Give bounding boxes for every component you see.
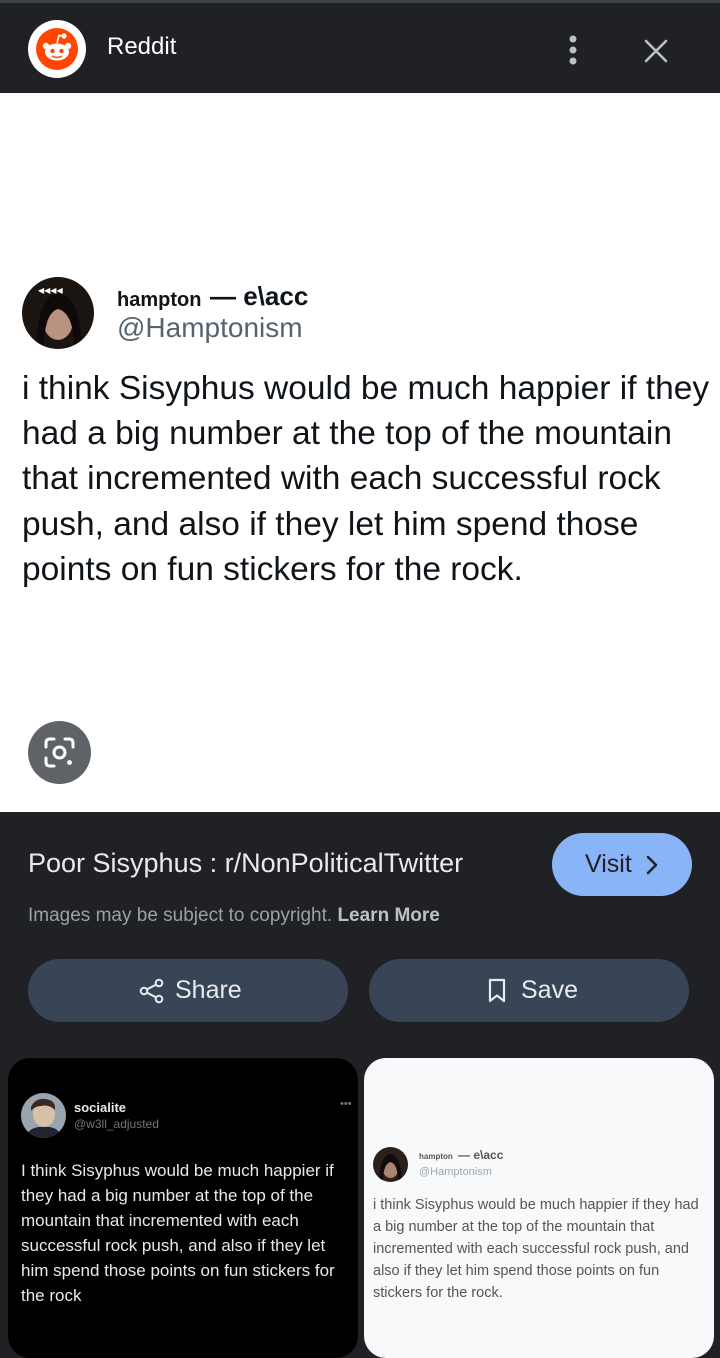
google-lens-icon (44, 737, 75, 768)
copyright-notice: Images may be subject to copyright. Lear… (28, 905, 440, 927)
result-title[interactable]: Poor Sisyphus : r/NonPoliticalTwitter (28, 848, 463, 879)
related-tweet-text: i think Sisyphus would be much happier i… (373, 1197, 699, 1301)
related-author-name: hampton (419, 1152, 453, 1161)
bookmark-icon (488, 978, 506, 1003)
related-author-handle: @Hamptonism (419, 1166, 492, 1178)
share-icon (139, 978, 164, 1004)
save-button[interactable]: Save (369, 959, 689, 1022)
more-menu-button[interactable] (556, 31, 590, 69)
tweet-author-suffix: — e\acc (210, 281, 309, 311)
close-button[interactable] (636, 31, 676, 71)
related-avatar (21, 1093, 66, 1138)
related-author-suffix: — e\acc (458, 1148, 504, 1162)
tweet-text: i think Sisyphus would be much happier i… (22, 370, 710, 588)
chevron-right-icon (646, 855, 658, 875)
more-vert-icon (569, 35, 577, 65)
app-bar: Reddit (0, 0, 720, 93)
save-label: Save (521, 976, 578, 1004)
svg-text:◀◀◀◀: ◀◀◀◀ (38, 286, 63, 295)
related-image-card[interactable]: socialite @w3ll_adjusted ••• I think Sis… (8, 1058, 358, 1358)
related-avatar (373, 1147, 408, 1182)
lens-search-button[interactable] (28, 721, 91, 784)
learn-more-link[interactable]: Learn More (337, 905, 439, 926)
visit-label: Visit (585, 850, 632, 878)
related-author-handle: @w3ll_adjusted (74, 1117, 159, 1131)
related-image-card[interactable]: hampton — e\acc @Hamptonism i think Sisy… (364, 1058, 714, 1358)
related-author-name: socialite (74, 1100, 127, 1115)
share-label: Share (175, 976, 242, 1004)
reddit-logo-icon[interactable] (28, 20, 86, 78)
related-tweet-text: I think Sisyphus would be much happier i… (21, 1161, 335, 1305)
share-button[interactable]: Share (28, 959, 348, 1022)
close-icon (644, 39, 668, 63)
tweet-author-name: hampton (117, 289, 202, 311)
visit-button[interactable]: Visit (552, 833, 692, 896)
copyright-text: Images may be subject to copyright. (28, 905, 333, 926)
tweet-avatar: ◀◀◀◀ (22, 277, 94, 349)
tweet-author-handle: @Hamptonism (117, 312, 303, 343)
app-title: Reddit (107, 33, 177, 60)
more-horiz-icon: ••• (340, 1098, 352, 1110)
